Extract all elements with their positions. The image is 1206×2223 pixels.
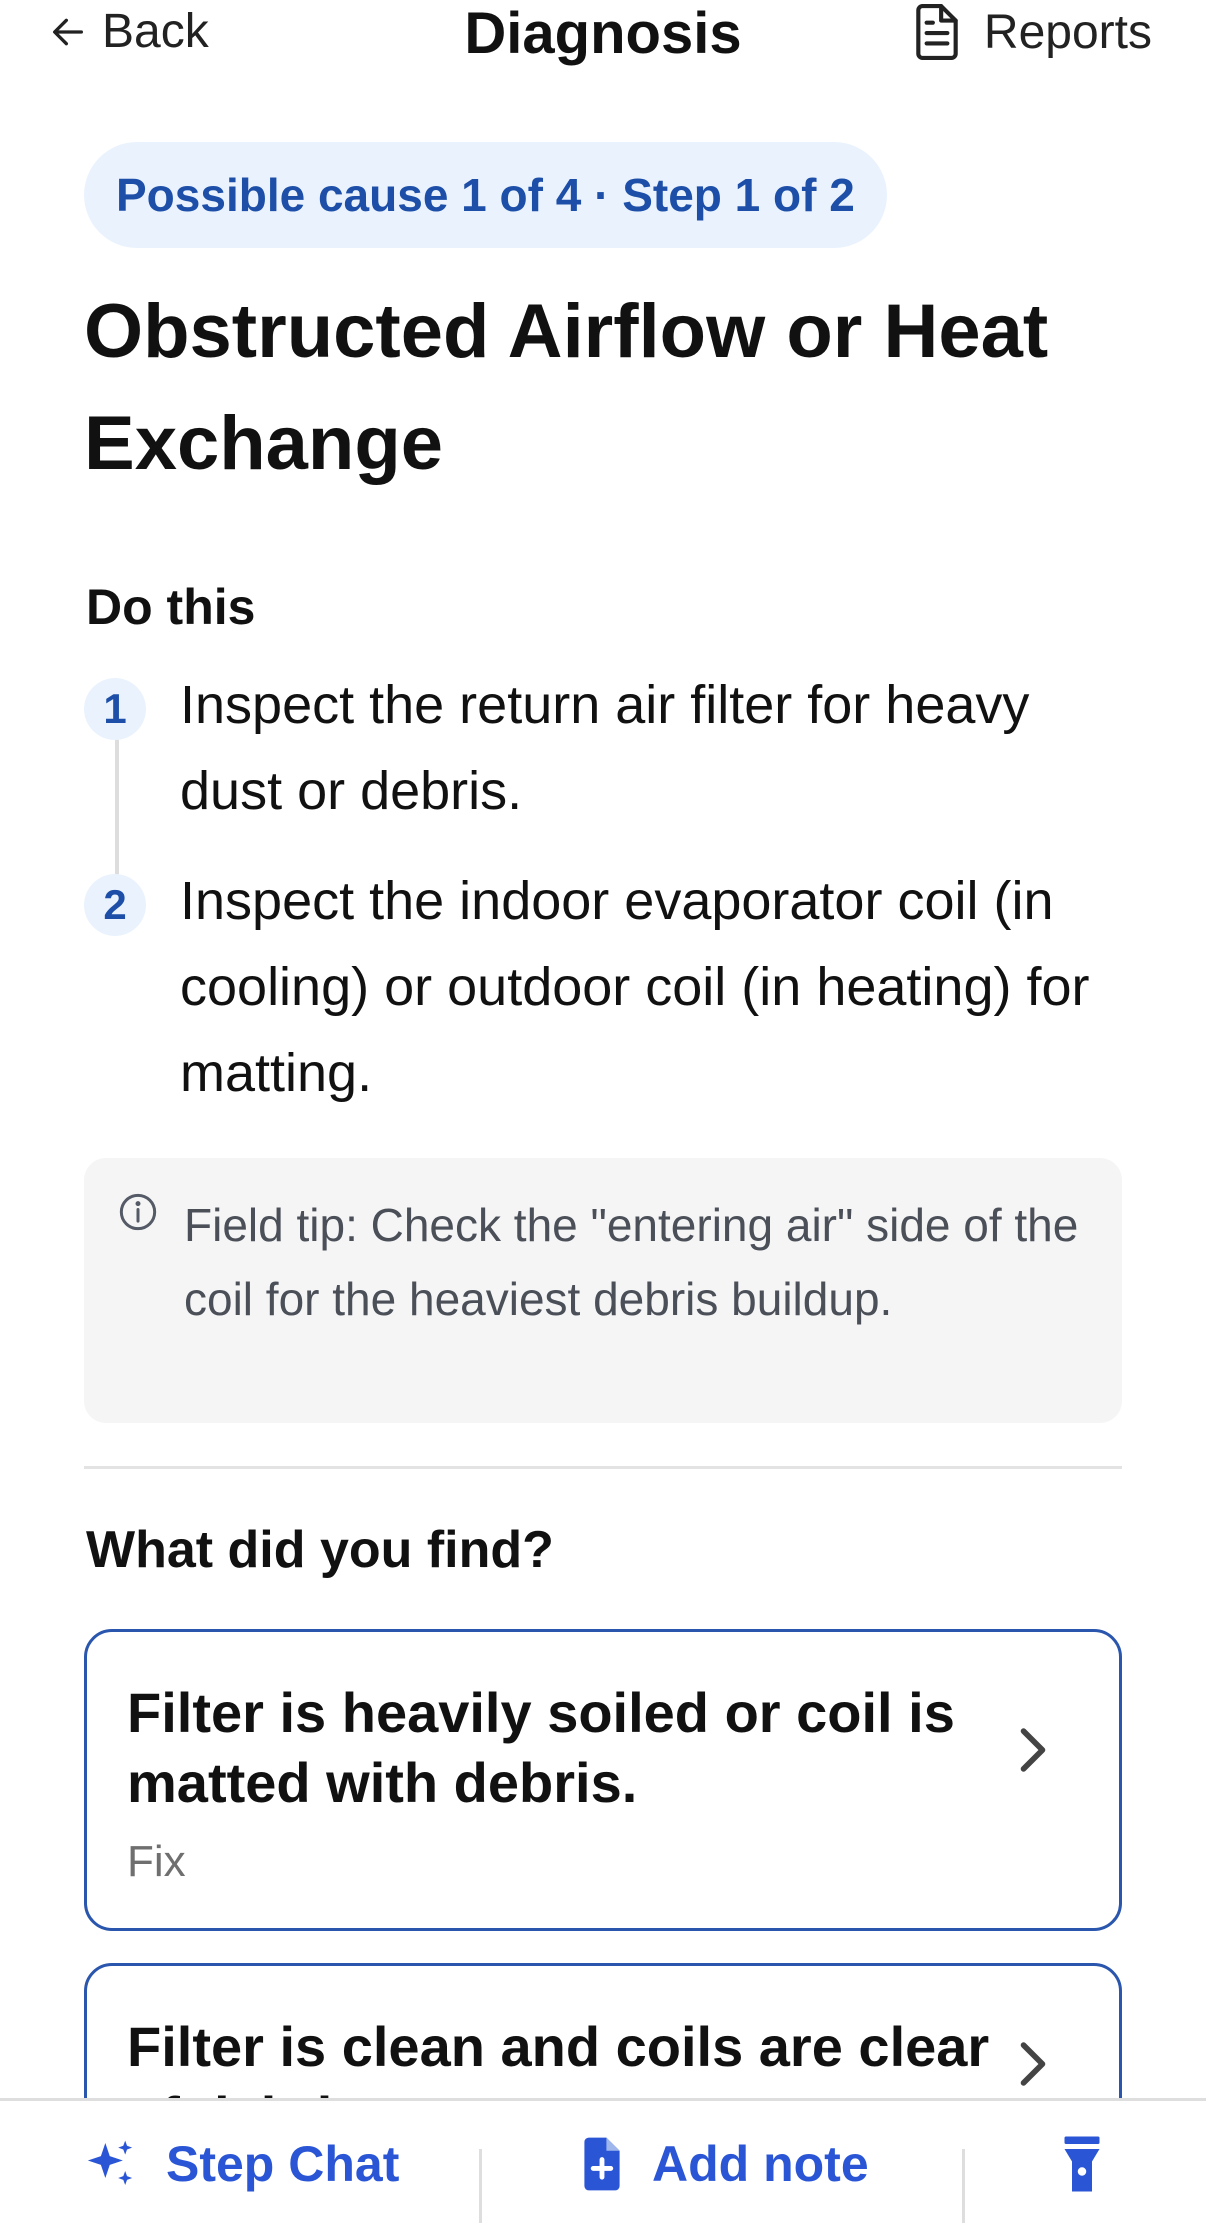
reports-label: Reports (983, 5, 1152, 59)
toolbar-divider (962, 2149, 965, 2223)
bottom-toolbar: Step Chat Add note (0, 2098, 1206, 2223)
sparkles-icon (87, 2140, 133, 2185)
option-title: Filter is heavily soiled or coil is matt… (127, 1681, 955, 1814)
tip-text: Field tip: Check the "entering air" side… (184, 1199, 1079, 1325)
header: Back Diagnosis Reports (0, 0, 1206, 70)
flashlight-button[interactable] (1062, 2101, 1102, 2223)
add-note-label: Add note (652, 2135, 869, 2192)
divider (84, 1466, 1122, 1469)
flashlight-icon (1064, 2136, 1100, 2191)
chevron-right-icon (1020, 1728, 1046, 1772)
step-item: 2 Inspect the indoor evaporator coil (in… (84, 871, 1130, 1116)
step-item: 1 Inspect the return air filter for heav… (84, 675, 1130, 834)
step-text: Inspect the return air filter for heavy … (180, 675, 1030, 821)
cause-title: Obstructed Airflow or Heat Exchange (84, 289, 1049, 486)
reports-button[interactable]: Reports (912, 4, 1152, 60)
step-text: Inspect the indoor evaporator coil (in c… (180, 871, 1090, 1103)
step-number: 1 (84, 678, 146, 740)
progress-badge: Possible cause 1 of 4 · Step 1 of 2 (84, 142, 887, 248)
option-subtitle: Fix (127, 1837, 186, 1886)
file-plus-icon (584, 2137, 620, 2190)
toolbar-divider (479, 2149, 482, 2223)
instructions-heading: Do this (86, 579, 256, 635)
step-chat-label: Step Chat (166, 2135, 400, 2192)
findings-question: What did you find? (86, 1521, 554, 1579)
field-tip: Field tip: Check the "entering air" side… (84, 1158, 1122, 1423)
add-note-button[interactable]: Add note (580, 2101, 869, 2223)
step-chat-button[interactable]: Step Chat (82, 2101, 399, 2223)
info-icon (119, 1193, 157, 1231)
finding-option[interactable]: Filter is heavily soiled or coil is matt… (84, 1629, 1122, 1931)
chevron-right-icon (1020, 2042, 1046, 2086)
document-icon (916, 4, 958, 60)
step-number: 2 (84, 874, 146, 936)
